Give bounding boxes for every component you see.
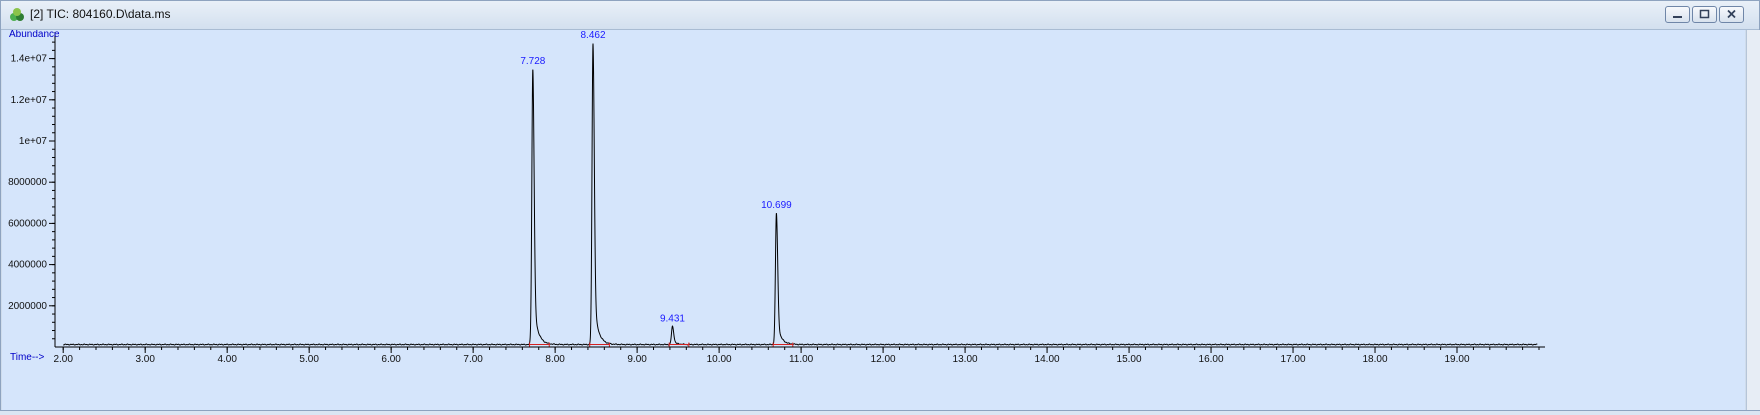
y-tick-label: 8000000: [8, 177, 47, 188]
x-axis: 2.00 3.00 4.00 5.00 6.00 7.00 8.00 9.00 10.00 11.…: [53, 346, 1545, 365]
x-tick-label: 14.00: [1035, 354, 1060, 365]
maximize-button[interactable]: [1692, 6, 1717, 23]
peak-label: 10.699: [761, 200, 792, 211]
x-tick-label: 19.00: [1444, 354, 1469, 365]
x-tick-label: 11.00: [789, 354, 814, 365]
y-tick-label: 1.2e+07: [11, 95, 48, 106]
x-tick-label: 2.00: [53, 354, 73, 365]
x-axis-label: Time-->: [10, 352, 45, 363]
chromatogram-chart: 2000000 4000000 6000000 8000000 1e+07 1.2e+07…: [8, 29, 1545, 365]
x-tick-label: 5.00: [299, 354, 319, 365]
vertical-scrollbar[interactable]: [1746, 30, 1760, 410]
x-tick-label: 15.00: [1117, 354, 1142, 365]
x-tick-label: 10.00: [707, 354, 732, 365]
x-tick-label: 17.00: [1281, 354, 1306, 365]
peak-labels: 7.728 8.462 9.431 10.699: [520, 30, 792, 324]
y-axis: 2000000 4000000 6000000 8000000 1e+07 1.2e+07…: [8, 32, 56, 347]
peak-label: 9.431: [660, 313, 685, 324]
y-tick-label: 6000000: [8, 218, 47, 229]
chromatogram-plot[interactable]: 2000000 4000000 6000000 8000000 1e+07 1.2e+07…: [2, 29, 1745, 410]
x-tick-label: 16.00: [1199, 354, 1224, 365]
title-bar[interactable]: [2] TIC: 804160.D\data.ms: [1, 1, 1759, 30]
close-icon: [1727, 9, 1736, 19]
x-tick-label: 8.00: [545, 354, 565, 365]
minimize-button[interactable]: [1665, 6, 1690, 23]
window-title: [2] TIC: 804160.D\data.ms: [30, 7, 171, 21]
x-tick-label: 12.00: [871, 354, 896, 365]
y-tick-label: 1.4e+07: [11, 54, 48, 65]
y-axis-label: Abundance: [9, 30, 60, 40]
maximize-icon: [1699, 9, 1710, 19]
peak-label: 7.728: [520, 56, 545, 67]
y-tick-label: 4000000: [8, 260, 47, 271]
x-tick-label: 7.00: [463, 354, 483, 365]
tic-trace: [62, 43, 1538, 346]
x-tick-label: 3.00: [135, 354, 155, 365]
peak-label: 8.462: [580, 30, 605, 41]
chromatogram-window: [2] TIC: 804160.D\data.ms 2000000 4000000…: [0, 0, 1760, 411]
x-tick-label: 6.00: [381, 354, 401, 365]
x-tick-label: 13.00: [953, 354, 978, 365]
close-button[interactable]: [1719, 6, 1744, 23]
x-tick-label: 18.00: [1363, 354, 1388, 365]
chromatogram-app-icon: [9, 7, 25, 23]
x-tick-label: 9.00: [627, 354, 647, 365]
y-tick-label: 1e+07: [19, 136, 48, 147]
y-tick-label: 2000000: [8, 301, 47, 312]
minimize-icon: [1673, 16, 1682, 18]
x-tick-label: 4.00: [217, 354, 237, 365]
